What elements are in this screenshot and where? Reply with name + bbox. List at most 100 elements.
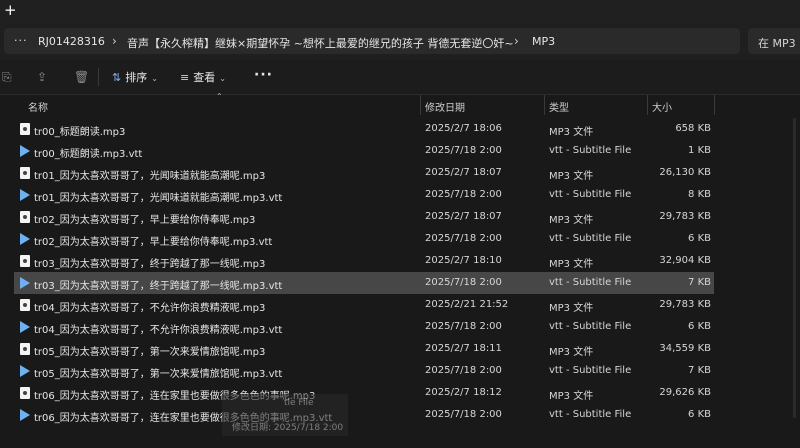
audio-file-icon: [20, 299, 30, 311]
more-crumbs-icon[interactable]: ···: [14, 34, 28, 47]
file-size: 34,559 KB: [659, 343, 711, 354]
file-row[interactable]: tr01_因为太喜欢哥哥了，光闻味道就能高潮呢.mp3 2025/2/7 18:0…: [14, 162, 714, 184]
file-date: 2025/7/18 2:00: [425, 321, 502, 332]
breadcrumb-item-root[interactable]: RJ01428316: [38, 35, 105, 48]
view-button[interactable]: ≡ 查看 ⌄: [180, 69, 226, 85]
file-name: tr03_因为太喜欢哥哥了，终于跨越了那一线呢.mp3.vtt: [34, 281, 283, 292]
file-type: MP3 文件: [549, 259, 594, 270]
file-date: 2025/2/7 18:07: [425, 167, 502, 178]
file-name: tr04_因为太喜欢哥哥了，不允许你浪费精液呢.mp3.vtt: [34, 325, 283, 336]
audio-file-icon: [20, 167, 30, 179]
toolbar-divider: [98, 68, 99, 86]
breadcrumb[interactable]: ··· RJ01428316 › 音声【永久榨精】继妹×期望怀孕 ~想怀上最爱的…: [4, 28, 740, 54]
file-date: 2025/7/18 2:00: [425, 277, 502, 288]
file-row[interactable]: tr03_因为太喜欢哥哥了，终于跨越了那一线呢.mp3.vtt 2025/7/18…: [14, 272, 714, 294]
audio-file-icon: [20, 123, 30, 135]
delete-icon[interactable]: 🗑: [74, 70, 89, 84]
rename-icon[interactable]: ⎘: [2, 70, 12, 85]
file-size: 29,783 KB: [659, 211, 711, 222]
file-size: 29,783 KB: [659, 299, 711, 310]
file-name: tr02_因为太喜欢哥哥了，早上要给你侍奉呢.mp3: [34, 215, 256, 226]
file-row[interactable]: tr04_因为太喜欢哥哥了，不允许你浪费精液呢.mp3 2025/2/21 21:…: [14, 294, 714, 316]
file-size: 7 KB: [688, 365, 711, 376]
file-name: tr00_标题朗读.mp3.vtt: [34, 149, 143, 160]
file-type: vtt - Subtitle File: [549, 365, 632, 376]
file-date: 2025/7/18 2:00: [425, 145, 502, 156]
search-input[interactable]: 在 MP3 中: [748, 28, 800, 54]
audio-file-icon: [20, 255, 30, 267]
play-file-icon: [20, 145, 30, 157]
column-name[interactable]: 名称: [28, 99, 48, 114]
play-file-icon: [20, 321, 30, 333]
file-date: 2025/7/18 2:00: [425, 189, 502, 200]
breadcrumb-item-folder[interactable]: 音声【永久榨精】继妹×期望怀孕 ~想怀上最爱的继兄的孩子 背德无套逆〇奸~: [127, 35, 514, 51]
file-row[interactable]: tr05_因为太喜欢哥哥了，第一次来爱情旅馆呢.mp3 2025/2/7 18:1…: [14, 338, 714, 360]
file-name: tr01_因为太喜欢哥哥了，光闻味道就能高潮呢.mp3.vtt: [34, 193, 283, 204]
chevron-down-icon: ⌄: [151, 74, 158, 83]
file-type: vtt - Subtitle File: [549, 277, 632, 288]
file-date: 2025/2/7 18:10: [425, 255, 502, 266]
column-date[interactable]: 修改日期: [425, 99, 465, 114]
audio-file-icon: [20, 211, 30, 223]
chevron-right-icon[interactable]: ›: [112, 34, 117, 48]
play-file-icon: [20, 365, 30, 377]
file-row[interactable]: tr04_因为太喜欢哥哥了，不允许你浪费精液呢.mp3.vtt 2025/7/18…: [14, 316, 714, 338]
column-resizer[interactable]: [544, 95, 545, 115]
hover-tooltip: tle File 修改日期: 2025/7/18 2:00: [222, 394, 348, 436]
search-placeholder: 在 MP3 中: [758, 37, 800, 50]
audio-file-icon: [20, 343, 30, 355]
file-date: 2025/7/18 2:00: [425, 365, 502, 376]
chevron-right-icon[interactable]: ›: [514, 34, 519, 48]
file-size: 8 KB: [688, 189, 711, 200]
file-date: 2025/2/7 18:07: [425, 211, 502, 222]
sort-button[interactable]: ⇅ 排序 ⌄: [112, 69, 158, 85]
file-type: MP3 文件: [549, 303, 594, 314]
view-icon: ≡: [180, 71, 190, 84]
address-bar: ··· RJ01428316 › 音声【永久榨精】继妹×期望怀孕 ~想怀上最爱的…: [0, 22, 800, 60]
play-file-icon: [20, 189, 30, 201]
file-row[interactable]: tr02_因为太喜欢哥哥了，早上要给你侍奉呢.mp3.vtt 2025/7/18 …: [14, 228, 714, 250]
file-date: 2025/7/18 2:00: [425, 409, 502, 420]
share-icon[interactable]: ⇪: [37, 70, 47, 84]
file-row[interactable]: tr06_因为太喜欢哥哥了，连在家里也要做很多色色的事呢.mp3.vtt 2025…: [14, 404, 714, 426]
title-bar: +: [0, 0, 800, 22]
tooltip-date: 修改日期: 2025/7/18 2:00: [232, 423, 344, 433]
file-size: 29,626 KB: [659, 387, 711, 398]
column-size[interactable]: 大小: [652, 99, 672, 114]
new-tab-icon[interactable]: +: [4, 1, 17, 19]
file-type: vtt - Subtitle File: [549, 321, 632, 332]
file-type: MP3 文件: [549, 215, 594, 226]
column-header: ⌃ 名称 修改日期 类型 大小: [0, 92, 800, 115]
file-date: 2025/2/7 18:11: [425, 343, 502, 354]
chevron-down-icon: ⌄: [219, 74, 226, 83]
file-name: tr01_因为太喜欢哥哥了，光闻味道就能高潮呢.mp3: [34, 171, 266, 182]
file-date: 2025/2/7 18:06: [425, 123, 502, 134]
file-type: MP3 文件: [549, 391, 594, 402]
column-resizer[interactable]: [647, 95, 648, 115]
file-row[interactable]: tr01_因为太喜欢哥哥了，光闻味道就能高潮呢.mp3.vtt 2025/7/18…: [14, 184, 714, 206]
file-name: tr05_因为太喜欢哥哥了，第一次来爱情旅馆呢.mp3: [34, 347, 266, 358]
file-name: tr05_因为太喜欢哥哥了，第一次来爱情旅馆呢.mp3.vtt: [34, 369, 283, 380]
file-row[interactable]: tr03_因为太喜欢哥哥了，终于跨越了那一线呢.mp3 2025/2/7 18:1…: [14, 250, 714, 272]
column-type[interactable]: 类型: [549, 99, 569, 114]
file-row[interactable]: tr05_因为太喜欢哥哥了，第一次来爱情旅馆呢.mp3.vtt 2025/7/18…: [14, 360, 714, 382]
more-options-button[interactable]: ···: [254, 67, 273, 83]
sort-icon: ⇅: [112, 71, 122, 84]
breadcrumb-item-current[interactable]: MP3: [532, 35, 555, 48]
file-type: vtt - Subtitle File: [549, 189, 632, 200]
scrollbar[interactable]: [793, 118, 796, 418]
file-name: tr02_因为太喜欢哥哥了，早上要给你侍奉呢.mp3.vtt: [34, 237, 273, 248]
file-date: 2025/2/7 18:12: [425, 387, 502, 398]
file-row[interactable]: tr00_标题朗读.mp3.vtt 2025/7/18 2:00 vtt - Sub…: [14, 140, 714, 162]
file-size: 6 KB: [688, 321, 711, 332]
file-row[interactable]: tr06_因为太喜欢哥哥了，连在家里也要做很多色色的事呢.mp3 2025/2/7…: [14, 382, 714, 404]
file-row[interactable]: tr00_标题朗读.mp3 2025/2/7 18:06 MP3 文件 658 KB: [14, 118, 714, 140]
play-file-icon: [20, 233, 30, 245]
file-size: 26,130 KB: [659, 167, 711, 178]
sort-up-icon: ⌃: [216, 92, 223, 101]
file-type: MP3 文件: [549, 171, 594, 182]
play-file-icon: [20, 277, 30, 289]
column-resizer[interactable]: [714, 95, 715, 115]
file-row[interactable]: tr02_因为太喜欢哥哥了，早上要给你侍奉呢.mp3 2025/2/7 18:07…: [14, 206, 714, 228]
column-resizer[interactable]: [420, 95, 421, 115]
